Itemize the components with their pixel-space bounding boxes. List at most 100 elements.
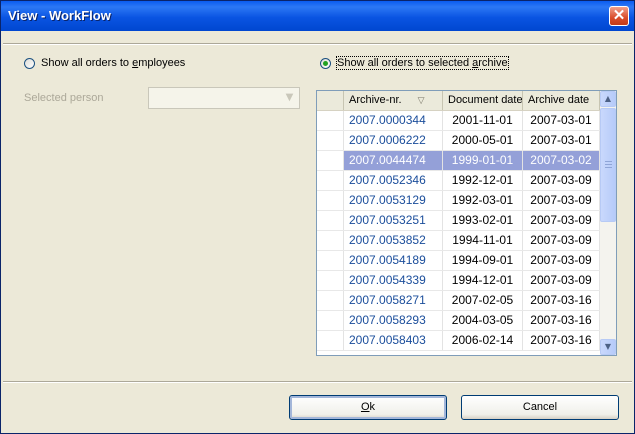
sort-indicator-icon: ▽ xyxy=(417,95,425,105)
grip-line xyxy=(605,161,612,162)
table-body: 2007.0000344 2001-11-01 2007-03-01 2007.000… xyxy=(317,111,600,351)
chevron-down-icon[interactable]: ▼ xyxy=(281,89,298,107)
archive-date-cell: 2007-03-09 xyxy=(523,271,600,290)
ok-button-label: k xyxy=(369,401,376,413)
archive-table[interactable]: Archive-nr. ▽ Document date Archive date … xyxy=(316,90,617,356)
grip-line xyxy=(605,167,612,168)
archive-date-cell: 2007-03-09 xyxy=(523,191,600,210)
document-date-cell: 1994-12-01 xyxy=(443,271,523,290)
row-select-cell[interactable] xyxy=(317,131,344,150)
table-row[interactable]: 2007.0052346 1992-12-01 2007-03-09 xyxy=(317,171,600,191)
close-button[interactable]: ✕ xyxy=(609,6,629,26)
archive-date-cell: 2007-03-09 xyxy=(523,211,600,230)
title-bar[interactable]: View - WorkFlow ✕ xyxy=(1,1,634,31)
column-header-select[interactable] xyxy=(317,91,344,110)
radio-archive-text: Show all orders to selected xyxy=(337,57,473,69)
archive-nr-cell[interactable]: 2007.0054339 xyxy=(344,271,443,290)
radio-archive[interactable]: Show all orders to selected archive xyxy=(320,56,509,70)
archive-date-cell: 2007-03-16 xyxy=(523,291,600,310)
cancel-button[interactable]: Cancel xyxy=(461,395,619,420)
row-select-cell[interactable] xyxy=(317,211,344,230)
table-row[interactable]: 2007.0053251 1993-02-01 2007-03-09 xyxy=(317,211,600,231)
archive-nr-cell[interactable]: 2007.0058403 xyxy=(344,331,443,350)
selected-person-label: Selected person xyxy=(24,92,104,104)
ok-button[interactable]: Ok xyxy=(289,395,447,420)
radio-employees-label[interactable]: Show all orders to employees xyxy=(41,57,185,69)
archive-nr-cell[interactable]: 2007.0006222 xyxy=(344,131,443,150)
radio-employees[interactable]: Show all orders to employees xyxy=(24,57,185,69)
row-select-cell[interactable] xyxy=(317,331,344,350)
table-row[interactable]: 2007.0006222 2000-05-01 2007-03-01 xyxy=(317,131,600,151)
workflow-dialog: View - WorkFlow ✕ Show all orders to emp… xyxy=(0,0,635,434)
table-row[interactable]: 2007.0058271 2007-02-05 2007-03-16 xyxy=(317,291,600,311)
archive-nr-cell[interactable]: 2007.0052346 xyxy=(344,171,443,190)
row-select-cell[interactable] xyxy=(317,311,344,330)
row-select-cell[interactable] xyxy=(317,251,344,270)
archive-nr-cell[interactable]: 2007.0058271 xyxy=(344,291,443,310)
document-date-cell: 1994-11-01 xyxy=(443,231,523,250)
document-date-cell: 2006-02-14 xyxy=(443,331,523,350)
document-date-cell: 1994-09-01 xyxy=(443,251,523,270)
scrollbar-thumb[interactable] xyxy=(600,108,616,222)
document-date-cell: 2007-02-05 xyxy=(443,291,523,310)
archive-date-cell: 2007-03-09 xyxy=(523,251,600,270)
radio-employees-text-end: mployees xyxy=(138,57,186,69)
document-date-cell: 2000-05-01 xyxy=(443,131,523,150)
table-header: Archive-nr. ▽ Document date Archive date xyxy=(317,91,600,111)
table-row[interactable]: 2007.0054189 1994-09-01 2007-03-09 xyxy=(317,251,600,271)
table-row[interactable]: 2007.0044474 1999-01-01 2007-03-02 xyxy=(317,151,600,171)
archive-date-cell: 2007-03-09 xyxy=(523,171,600,190)
radio-archive-text-end: rchive xyxy=(478,57,508,69)
bottom-divider xyxy=(3,381,632,383)
column-header-archive-nr-label: Archive-nr. xyxy=(349,94,402,106)
window-title: View - WorkFlow xyxy=(8,8,111,23)
document-date-cell: 1992-03-01 xyxy=(443,191,523,210)
table-row[interactable]: 2007.0053129 1992-03-01 2007-03-09 xyxy=(317,191,600,211)
archive-nr-cell[interactable]: 2007.0058293 xyxy=(344,311,443,330)
row-select-cell[interactable] xyxy=(317,271,344,290)
table-row[interactable]: 2007.0054339 1994-12-01 2007-03-09 xyxy=(317,271,600,291)
row-select-cell[interactable] xyxy=(317,151,344,170)
row-select-cell[interactable] xyxy=(317,231,344,250)
document-date-cell: 2001-11-01 xyxy=(443,111,523,130)
scroll-down-icon[interactable]: ▼ xyxy=(600,339,616,355)
row-select-cell[interactable] xyxy=(317,111,344,130)
archive-nr-cell[interactable]: 2007.0054189 xyxy=(344,251,443,270)
archive-date-cell: 2007-03-09 xyxy=(523,231,600,250)
archive-nr-cell[interactable]: 2007.0000344 xyxy=(344,111,443,130)
column-header-archive-date[interactable]: Archive date xyxy=(523,91,600,110)
radio-employees-indicator[interactable] xyxy=(24,57,35,69)
archive-date-cell: 2007-03-01 xyxy=(523,131,600,150)
grip-line xyxy=(605,164,612,165)
archive-date-cell: 2007-03-16 xyxy=(523,331,600,350)
archive-date-cell: 2007-03-01 xyxy=(523,111,600,130)
radio-archive-label[interactable]: Show all orders to selected archive xyxy=(336,56,509,70)
table-row[interactable]: 2007.0053852 1994-11-01 2007-03-09 xyxy=(317,231,600,251)
document-date-cell: 2004-03-05 xyxy=(443,311,523,330)
vertical-scrollbar[interactable]: ▲ ▼ xyxy=(600,91,616,355)
selected-person-dropdown[interactable]: ▼ xyxy=(148,87,300,109)
row-select-cell[interactable] xyxy=(317,171,344,190)
table-row[interactable]: 2007.0000344 2001-11-01 2007-03-01 xyxy=(317,111,600,131)
radio-employees-text: Show all orders to xyxy=(41,57,133,69)
archive-nr-cell[interactable]: 2007.0044474 xyxy=(344,151,443,170)
document-date-cell: 1992-12-01 xyxy=(443,171,523,190)
scroll-up-icon[interactable]: ▲ xyxy=(600,91,616,107)
document-date-cell: 1999-01-01 xyxy=(443,151,523,170)
archive-nr-cell[interactable]: 2007.0053251 xyxy=(344,211,443,230)
column-header-document-date[interactable]: Document date xyxy=(443,91,523,110)
ok-button-accel: O xyxy=(360,401,370,413)
row-select-cell[interactable] xyxy=(317,291,344,310)
archive-date-cell: 2007-03-02 xyxy=(523,151,600,170)
table-row[interactable]: 2007.0058403 2006-02-14 2007-03-16 xyxy=(317,331,600,351)
radio-archive-indicator[interactable] xyxy=(320,57,331,69)
row-select-cell[interactable] xyxy=(317,191,344,210)
archive-nr-cell[interactable]: 2007.0053129 xyxy=(344,191,443,210)
close-icon: ✕ xyxy=(612,7,626,24)
column-header-archive-nr[interactable]: Archive-nr. ▽ xyxy=(344,91,443,110)
table-row[interactable]: 2007.0058293 2004-03-05 2007-03-16 xyxy=(317,311,600,331)
top-divider xyxy=(3,43,632,45)
archive-date-cell: 2007-03-16 xyxy=(523,311,600,330)
archive-nr-cell[interactable]: 2007.0053852 xyxy=(344,231,443,250)
document-date-cell: 1993-02-01 xyxy=(443,211,523,230)
